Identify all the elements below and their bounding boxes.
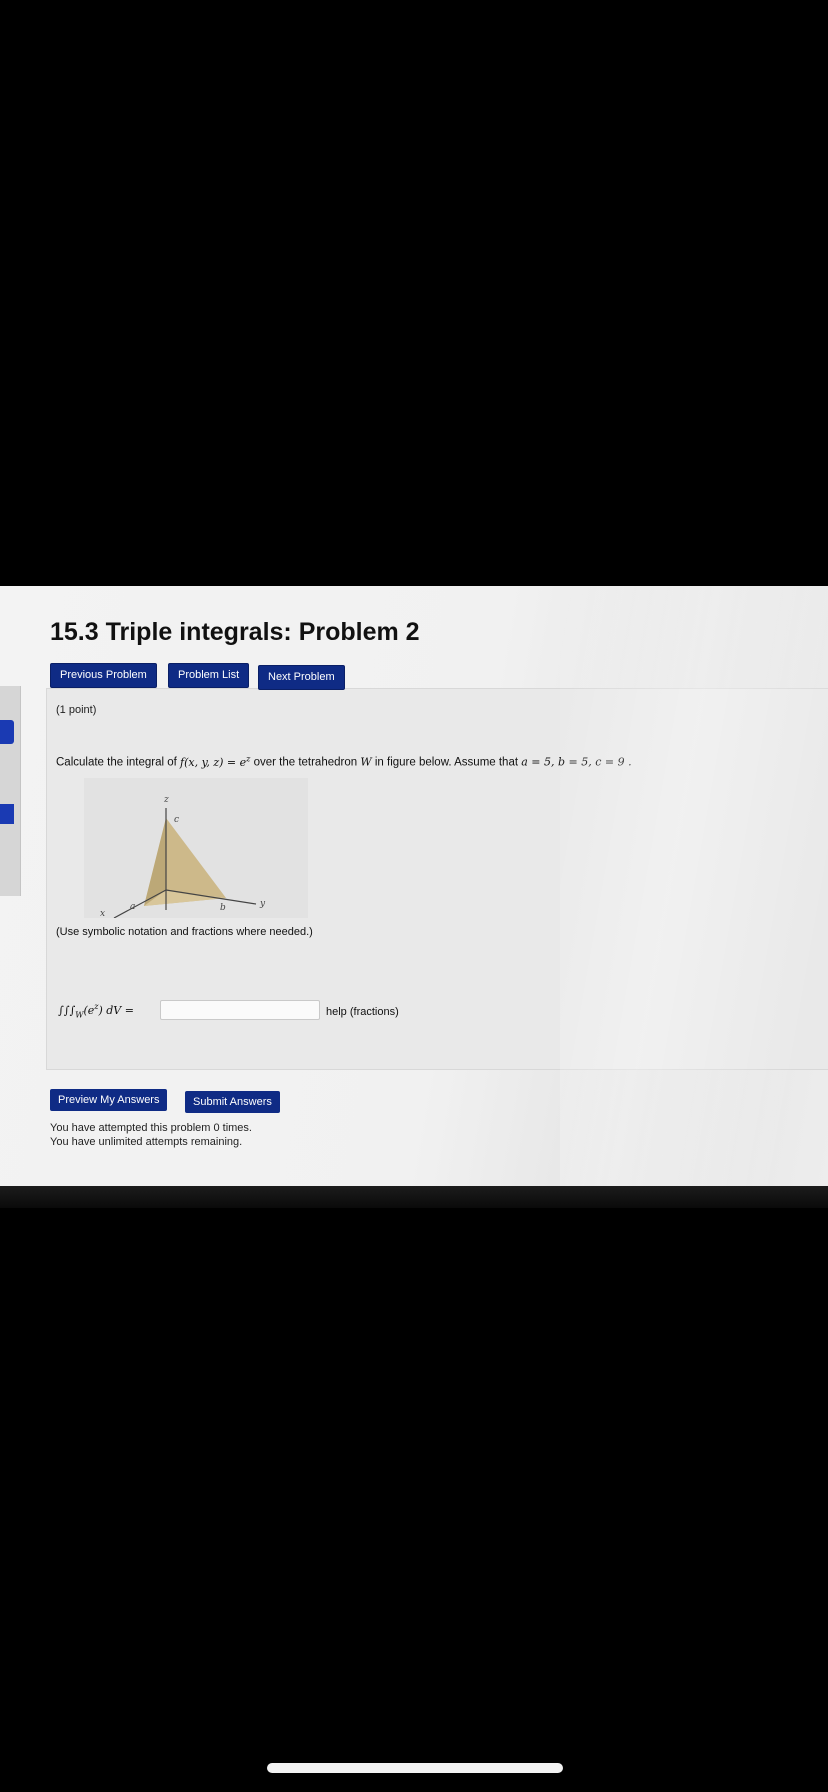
problem-points: (1 point) xyxy=(56,704,97,716)
preview-answers-button[interactable]: Preview My Answers xyxy=(50,1089,168,1111)
assumption-values: a = 5, b = 5, c = 9 . xyxy=(521,755,632,769)
help-fractions-link[interactable]: help (fractions) xyxy=(326,1006,399,1018)
problem-list-button[interactable]: Problem List xyxy=(168,663,250,688)
submit-answers-button[interactable]: Submit Answers xyxy=(185,1091,280,1113)
attempts-status: You have attempted this problem 0 times. xyxy=(50,1122,252,1134)
page-title: 15.3 Triple integrals: Problem 2 xyxy=(50,618,420,646)
integral-expression: ∫∫∫W(ez) dV = xyxy=(58,1002,134,1020)
axis-x-label: x xyxy=(100,909,105,918)
label-b: b xyxy=(220,903,226,913)
statement-middle: over the tetrahedron xyxy=(250,756,361,769)
tetrahedron-figure: z c y b a x xyxy=(84,778,308,918)
label-a: a xyxy=(130,902,135,912)
attempts-remaining: You have unlimited attempts remaining. xyxy=(50,1136,243,1148)
region-name: W xyxy=(360,755,372,769)
axis-z-label: z xyxy=(163,795,169,805)
sidebar-tab[interactable] xyxy=(0,720,14,744)
axis-y-label: y xyxy=(259,899,266,909)
statement-suffix: in figure below. Assume that xyxy=(371,756,522,769)
previous-problem-button[interactable]: Previous Problem xyxy=(50,663,157,688)
next-problem-button[interactable]: Next Problem xyxy=(258,665,345,690)
function-expression: f(x, y, z) = ez xyxy=(180,754,251,769)
home-indicator[interactable] xyxy=(267,1763,563,1773)
left-sidebar xyxy=(0,686,21,896)
notation-hint: (Use symbolic notation and fractions whe… xyxy=(56,926,313,938)
label-c: c xyxy=(174,815,179,825)
answer-input[interactable] xyxy=(160,1000,320,1020)
problem-statement: Calculate the integral of f(x, y, z) = e… xyxy=(56,754,632,769)
monitor-bezel xyxy=(0,1186,828,1208)
sidebar-tab[interactable] xyxy=(0,804,14,824)
statement-prefix: Calculate the integral of xyxy=(56,756,181,769)
browser-screen: 15.3 Triple integrals: Problem 2 Previou… xyxy=(0,586,828,1186)
